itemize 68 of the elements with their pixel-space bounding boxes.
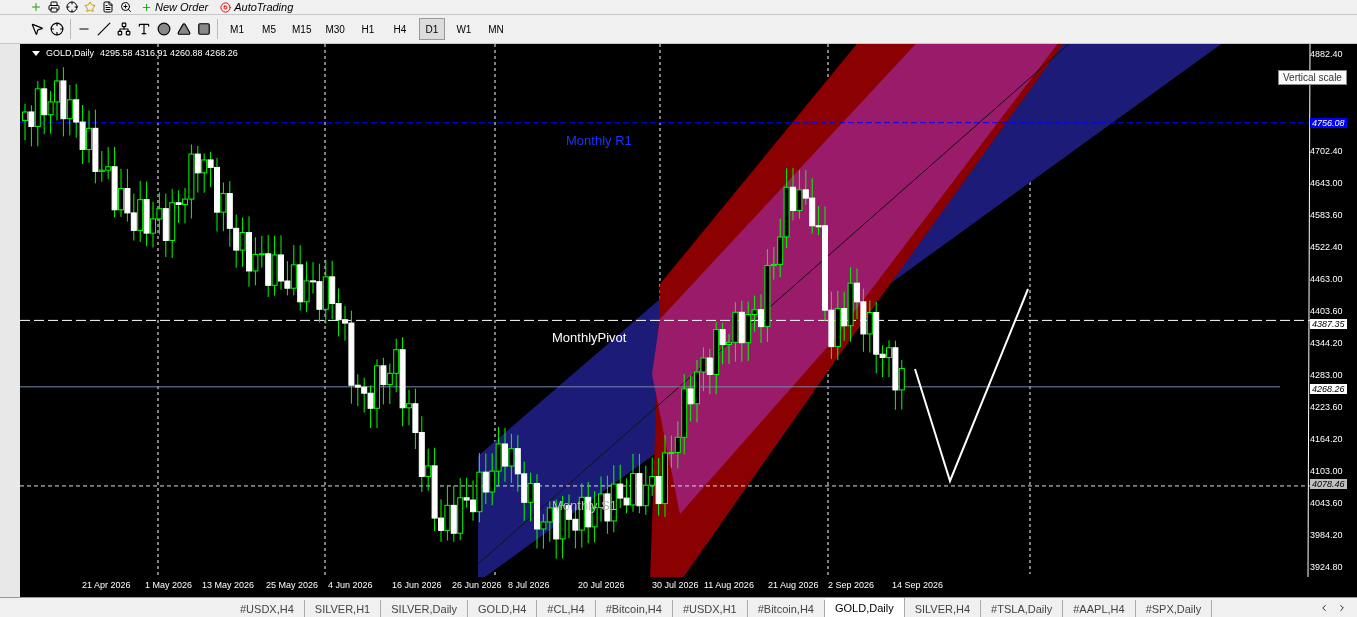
price-tick: 4403.60: [1310, 306, 1343, 316]
timeframe-button[interactable]: M30: [321, 18, 349, 40]
date-label: 26 Jun 2026: [452, 580, 502, 590]
price-marker: 4756.08: [1310, 118, 1347, 128]
scroll-left-icon[interactable]: [1319, 602, 1329, 613]
date-label: 25 May 2026: [266, 580, 319, 590]
price-tick: 4643.00: [1310, 178, 1343, 188]
chart-tab[interactable]: GOLD,Daily: [825, 598, 905, 617]
crosshair-icon[interactable]: [50, 22, 64, 36]
plus-icon: [141, 1, 152, 13]
timeframe-button[interactable]: H4: [386, 18, 413, 40]
rectangle-icon[interactable]: [197, 22, 211, 36]
price-tick: 4702.40: [1310, 146, 1343, 156]
timeframe-button[interactable]: W1: [450, 18, 477, 40]
price-tick: 3924.80: [1310, 562, 1343, 572]
date-label: 8 Jul 2026: [508, 580, 550, 590]
price-tick: 3984.20: [1310, 530, 1343, 540]
dropdown-triangle-icon[interactable]: [32, 50, 40, 56]
price-tick: 4344.20: [1310, 338, 1343, 348]
date-label: 1 May 2026: [145, 580, 193, 590]
tooltip: Vertical scale: [1278, 70, 1347, 85]
price-tick: 4103.00: [1310, 466, 1343, 476]
date-label: 11 Aug 2026: [704, 580, 754, 590]
date-label: 14 Sep 2026: [892, 580, 944, 590]
triangle-icon[interactable]: [177, 22, 191, 36]
price-tick: 4043.60: [1310, 498, 1343, 508]
date-label: 21 Apr 2026: [82, 580, 131, 590]
date-label: 16 Jun 2026: [392, 580, 442, 590]
stop-icon: [220, 1, 232, 13]
level-label: Monthly S1: [552, 497, 618, 513]
document-icon[interactable]: [102, 1, 114, 13]
toolbar-button[interactable]: New Order: [138, 0, 212, 14]
date-label: 13 May 2026: [202, 580, 255, 590]
cursor-icon[interactable]: [30, 22, 44, 36]
price-marker: 4268.26: [1310, 384, 1347, 394]
date-label: 30 Jul 2026: [652, 580, 699, 590]
date-label: 4 Jun 2026: [328, 580, 373, 590]
scroll-right-icon[interactable]: [1337, 602, 1347, 613]
chart-symbol: GOLD,Daily: [46, 48, 94, 58]
date-label: 21 Aug 2026: [768, 580, 819, 590]
star-icon[interactable]: [84, 1, 96, 13]
price-tick: 4583.60: [1310, 210, 1343, 220]
timeframe-button[interactable]: H1: [354, 18, 381, 40]
price-tick: 4463.00: [1310, 274, 1343, 284]
level-label: Monthly R1: [566, 132, 632, 148]
ellipse-icon[interactable]: [157, 22, 171, 36]
date-label: 2 Sep 2026: [828, 580, 875, 590]
toolbar-button[interactable]: AutoTrading: [217, 0, 297, 14]
crosshair-icon[interactable]: [66, 1, 78, 13]
timeframe-button[interactable]: M15: [288, 18, 316, 40]
timeframe-button[interactable]: D1: [418, 18, 445, 40]
price-tick: 4283.00: [1310, 370, 1343, 380]
date-label: 20 Jul 2026: [578, 580, 625, 590]
printer-icon[interactable]: [48, 1, 60, 13]
price-tick: 4522.40: [1310, 242, 1343, 252]
price-tick: 4164.20: [1310, 434, 1343, 444]
price-tick: 4882.40: [1310, 49, 1343, 59]
price-marker: 4387.35: [1310, 319, 1347, 329]
trendline-icon[interactable]: [97, 22, 111, 36]
text-icon[interactable]: [137, 22, 151, 36]
timeframe-button[interactable]: M5: [256, 18, 282, 40]
ohlc-values: 4295.58 4316.91 4260.88 4268.26: [100, 48, 238, 58]
timeframe-button[interactable]: M1: [224, 18, 250, 40]
level-label: MonthlyPivot: [552, 330, 627, 346]
timeframe-button[interactable]: MN: [482, 18, 509, 40]
price-marker: 4078.46: [1310, 479, 1347, 489]
price-tick: 4223.60: [1310, 402, 1343, 412]
zoom-icon[interactable]: [120, 1, 132, 13]
